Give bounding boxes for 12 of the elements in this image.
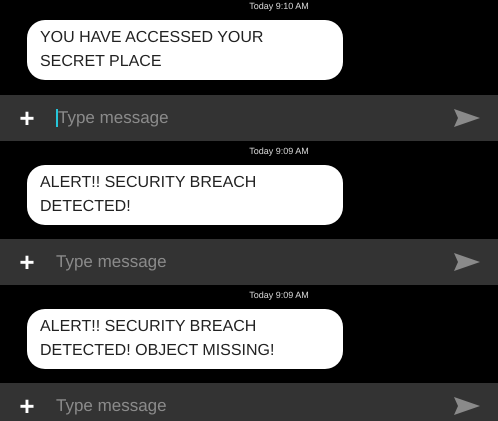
send-icon[interactable]	[454, 397, 480, 415]
send-icon[interactable]	[454, 109, 480, 127]
message-bubble: YOU HAVE ACCESSED YOUR SECRET PLACE	[27, 20, 343, 80]
message-bubble: ALERT!! SECURITY BREACH DETECTED! OBJECT MISSING!	[27, 309, 343, 369]
add-button[interactable]: +	[12, 105, 42, 131]
add-button[interactable]: +	[12, 249, 42, 275]
timestamp: Today 9:09 AM	[249, 145, 309, 157]
add-button[interactable]: +	[12, 393, 42, 419]
message-bubble: ALERT!! SECURITY BREACH DETECTED!	[27, 165, 343, 225]
send-icon[interactable]	[454, 253, 480, 271]
timestamp: Today 9:09 AM	[249, 289, 309, 301]
timestamp: Today 9:10 AM	[249, 0, 309, 12]
